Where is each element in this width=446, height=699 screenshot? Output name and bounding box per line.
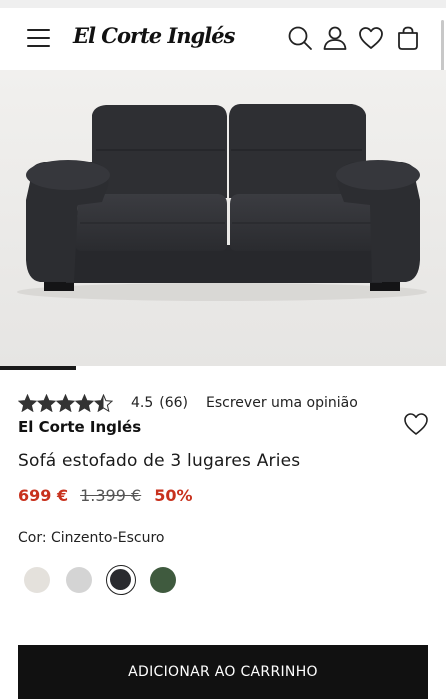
menu-icon[interactable] — [27, 29, 50, 47]
star-full-icon — [18, 394, 37, 412]
add-to-cart-button[interactable]: ADICIONAR AO CARRINHO — [18, 645, 428, 699]
rating-count[interactable]: (66) — [159, 395, 188, 411]
write-review-link[interactable]: Escrever uma opinião — [206, 395, 358, 411]
brand-logo[interactable]: El Corte Inglés — [73, 23, 235, 48]
current-price: 699 € — [18, 486, 69, 505]
color-swatches — [22, 565, 190, 595]
product-image-gallery[interactable] — [0, 70, 446, 366]
original-price: 1.399 € — [80, 486, 142, 505]
star-full-icon — [37, 394, 56, 412]
swatch-fill — [110, 569, 131, 590]
product-brand[interactable]: El Corte Inglés — [18, 418, 141, 436]
search-icon[interactable] — [287, 25, 313, 51]
rating-row: 4.5 (66) Escrever uma opinião — [18, 393, 358, 413]
swatch-fill — [24, 567, 50, 593]
star-full-icon — [56, 394, 75, 412]
star-full-icon — [75, 394, 94, 412]
swatch-fill — [66, 567, 92, 593]
color-label: Cor: Cinzento-Escuro — [18, 530, 165, 546]
star-rating — [18, 394, 113, 412]
shopping-bag-icon[interactable] — [395, 25, 421, 51]
color-swatch-cinzento-escuro[interactable] — [106, 565, 136, 595]
color-swatch-bege[interactable] — [22, 565, 52, 595]
swatch-fill — [150, 567, 176, 593]
star-half-icon — [94, 394, 113, 412]
gallery-progress-bar — [0, 366, 76, 370]
sofa-image — [0, 70, 446, 366]
gallery-progress-track — [0, 366, 446, 370]
product-title: Sofá estofado de 3 lugares Aries — [18, 451, 301, 471]
user-icon[interactable] — [322, 25, 348, 51]
heart-icon[interactable] — [358, 25, 384, 51]
price-row: 699 € 1.399 € 50% — [18, 486, 192, 505]
color-swatch-verde[interactable] — [148, 565, 178, 595]
wishlist-heart-icon[interactable] — [403, 412, 429, 436]
site-header: El Corte Inglés — [0, 8, 446, 78]
discount-badge: 50% — [154, 486, 193, 505]
rating-value: 4.5 — [131, 395, 154, 411]
color-swatch-cinzento-claro[interactable] — [64, 565, 94, 595]
status-strip — [0, 0, 446, 8]
